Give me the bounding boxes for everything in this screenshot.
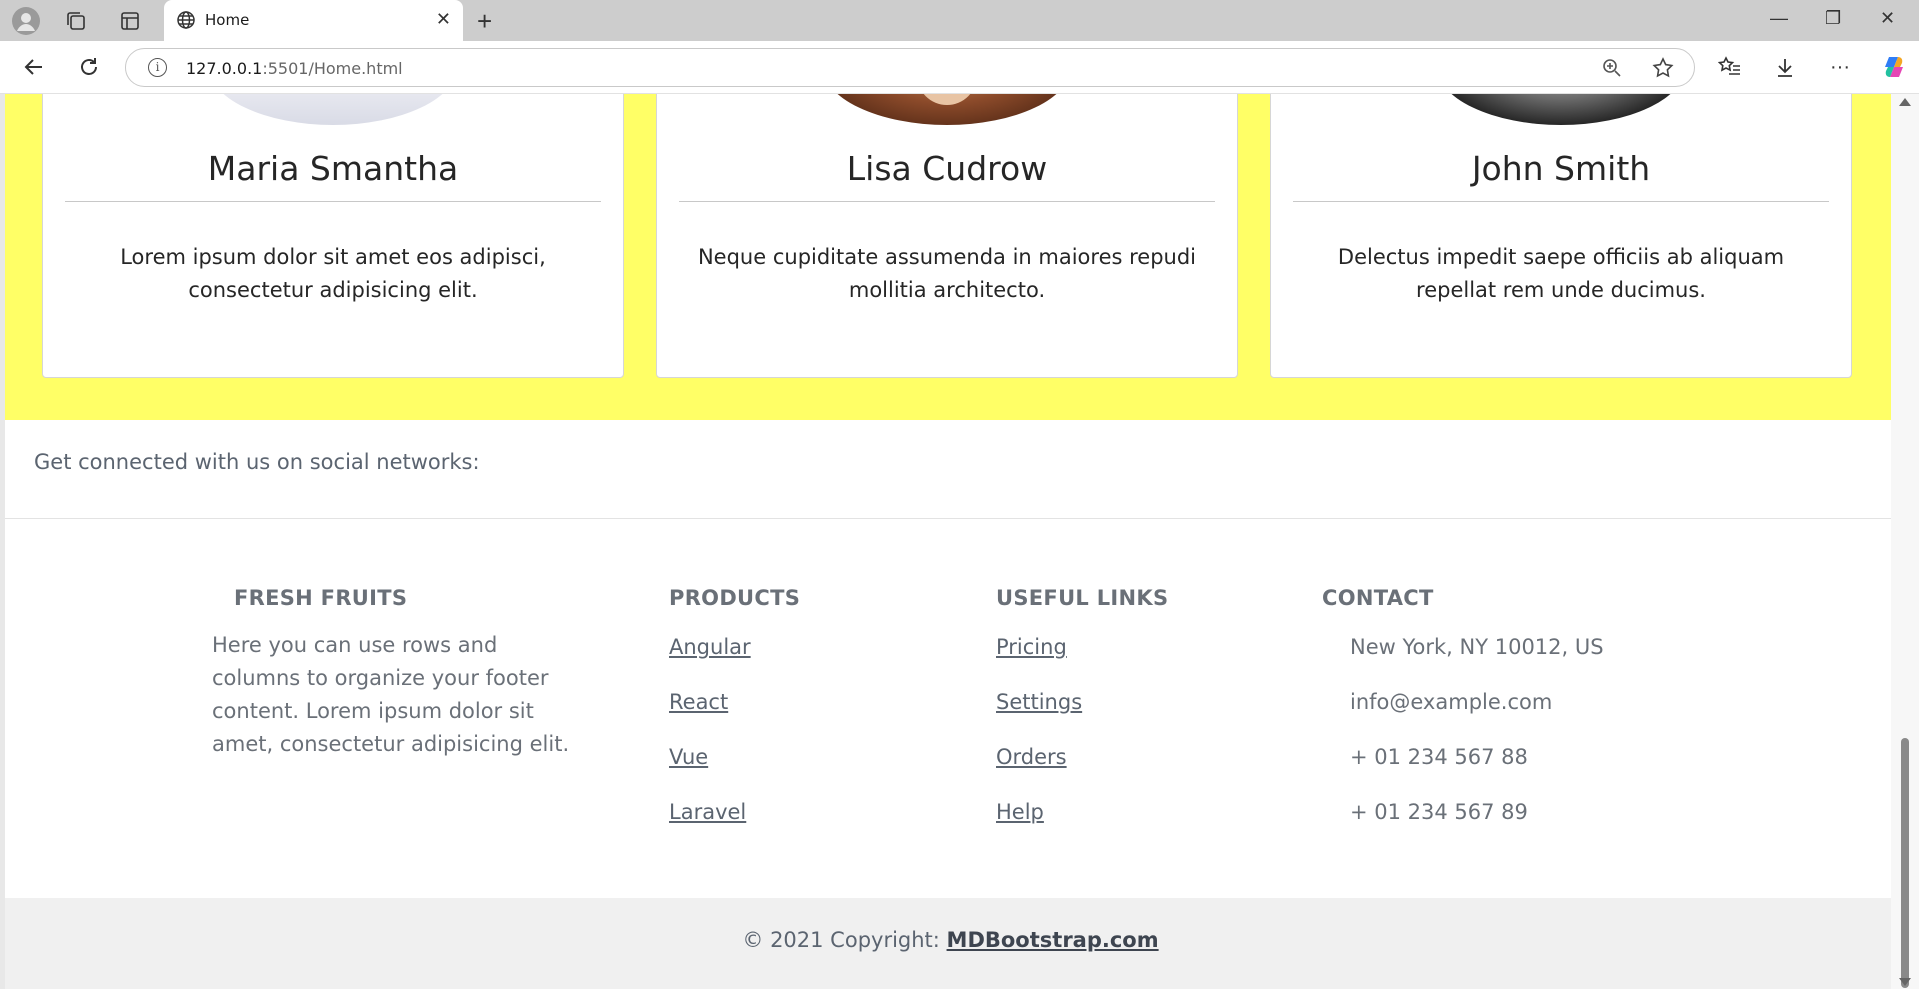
avatar [1436,94,1686,125]
profile-icon[interactable] [12,7,40,35]
testimonial-card: John Smith Delectus impedit saepe offici… [1270,94,1852,378]
card-divider [679,201,1215,202]
footer-link-pricing[interactable]: Pricing [996,635,1067,659]
footer-divider [5,518,1891,519]
testimonial-text: Neque cupiditate assumenda in maiores re… [697,245,1197,302]
page-viewport: Maria Smantha Lorem ipsum dolor sit amet… [0,94,1891,989]
refresh-icon[interactable] [77,55,101,79]
social-section: Get connected with us on social networks… [5,420,1891,520]
site-info-icon[interactable]: i [148,58,167,77]
browser-tab-strip: Home ✕ + — ❐ ✕ [0,0,1919,42]
card-divider [65,201,601,202]
testimonial-card: Lisa Cudrow Neque cupiditate assumenda i… [656,94,1238,378]
contact-phone: + 01 234 567 88 [1350,745,1528,769]
scroll-thumb[interactable] [1901,738,1909,988]
contact-fax: + 01 234 567 89 [1350,800,1528,824]
downloads-icon[interactable] [1773,55,1797,79]
footer-link-vue[interactable]: Vue [669,745,708,769]
testimonials-section: Maria Smantha Lorem ipsum dolor sit amet… [5,94,1891,420]
vertical-tabs-icon[interactable] [118,9,142,33]
favorite-star-icon[interactable] [1651,56,1675,80]
tab-title: Home [205,11,250,29]
contact-address: New York, NY 10012, US [1350,635,1604,659]
footer-brand-text: Here you can use rows and columns to org… [212,633,570,756]
contact-email: info@example.com [1350,690,1553,714]
close-tab-icon[interactable]: ✕ [436,9,451,30]
more-options-icon[interactable]: ··· [1828,55,1852,79]
favorites-list-icon[interactable] [1717,55,1743,79]
footer-link-angular[interactable]: Angular [669,635,751,659]
globe-icon [175,9,197,31]
address-bar[interactable]: i 127.0.0.1:5501/Home.html [125,48,1695,87]
restore-icon[interactable]: ❐ [1825,8,1841,29]
testimonial-text: Delectus impedit saepe officiis ab aliqu… [1337,245,1785,302]
testimonial-card: Maria Smantha Lorem ipsum dolor sit amet… [42,94,624,378]
social-text: Get connected with us on social networks… [34,450,480,474]
footer-link-help[interactable]: Help [996,800,1044,824]
tab-home[interactable]: Home ✕ [164,0,463,42]
footer-link-orders[interactable]: Orders [996,745,1067,769]
url-text: 127.0.0.1:5501/Home.html [186,59,403,78]
footer-heading-contact: CONTACT [1322,586,1434,610]
footer-link-settings[interactable]: Settings [996,690,1082,714]
footer-heading-products: PRODUCTS [669,586,801,610]
copyright-text: © 2021 Copyright: MDBootstrap.com [742,928,1159,952]
footer-heading-brand: FRESH FRUITS [234,586,408,610]
footer-heading-useful: USEFUL LINKS [996,586,1169,610]
footer-link-react[interactable]: React [669,690,728,714]
testimonial-name: Maria Smantha [207,149,459,188]
scroll-up-icon[interactable] [1899,98,1911,106]
zoom-icon[interactable] [1601,57,1623,79]
testimonial-name: John Smith [1471,149,1651,188]
testimonial-name: Lisa Cudrow [846,149,1048,188]
card-divider [1293,201,1829,202]
close-window-icon[interactable]: ✕ [1880,8,1895,29]
vertical-scrollbar[interactable] [1891,94,1919,989]
collections-icon[interactable] [64,9,88,33]
scroll-down-icon[interactable] [1899,978,1911,986]
testimonial-text: Lorem ipsum dolor sit amet eos adipisci,… [120,245,546,302]
new-tab-icon[interactable]: + [477,6,492,37]
copilot-icon[interactable] [1880,53,1908,81]
copyright-bar: © 2021 Copyright: MDBootstrap.com [5,898,1891,989]
footer-link-laravel[interactable]: Laravel [669,800,746,824]
back-icon[interactable] [22,55,46,79]
avatar [208,94,458,125]
minimize-icon[interactable]: — [1770,8,1788,29]
avatar [822,94,1072,125]
browser-toolbar: i 127.0.0.1:5501/Home.html ··· [0,41,1919,94]
copyright-link[interactable]: MDBootstrap.com [947,928,1159,952]
